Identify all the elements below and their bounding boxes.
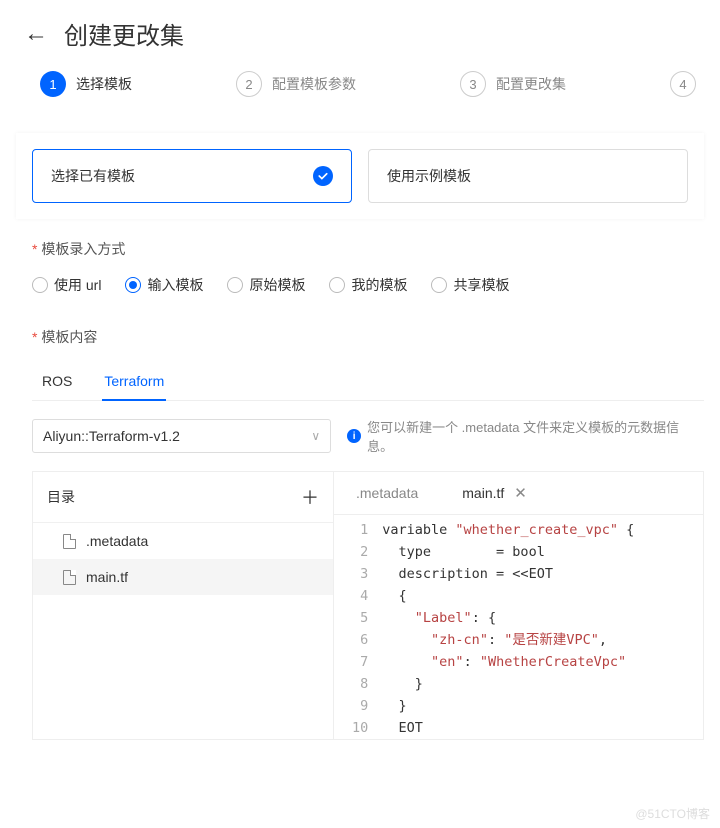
close-tab-icon[interactable]: ✕ [514, 484, 527, 502]
step-2[interactable]: 2 配置模板参数 [236, 71, 356, 97]
file-icon [63, 570, 76, 585]
file-main-tf[interactable]: main.tf [33, 559, 333, 595]
radio-raw-template[interactable]: 原始模板 [227, 275, 305, 295]
step-1[interactable]: 1 选择模板 [40, 71, 132, 97]
code-editor[interactable]: 12345678910 variable "whether_create_vpc… [334, 515, 703, 739]
choice-sample-label: 使用示例模板 [387, 166, 471, 186]
radio-input-template[interactable]: 输入模板 [125, 275, 203, 295]
radio-icon [431, 277, 447, 293]
check-circle-icon [313, 166, 333, 186]
directory-panel: 目录 ＋ .metadata main.tf [33, 472, 333, 739]
radio-icon [32, 277, 48, 293]
file-icon [63, 534, 76, 549]
tab-terraform[interactable]: Terraform [102, 363, 166, 401]
content-label: 模板内容 [32, 327, 704, 347]
step-1-label: 选择模板 [76, 74, 132, 94]
radio-my-template[interactable]: 我的模板 [329, 275, 407, 295]
editor-tab-main-tf[interactable]: main.tf ✕ [440, 472, 549, 514]
step-4[interactable]: 4 [670, 71, 696, 97]
choice-existing-label: 选择已有模板 [51, 166, 135, 186]
radio-icon [227, 277, 243, 293]
wizard-steps: 1 选择模板 2 配置模板参数 3 配置更改集 4 [0, 63, 720, 117]
input-method-radios: 使用 url 输入模板 原始模板 我的模板 共享模板 [32, 275, 704, 295]
radio-shared-template[interactable]: 共享模板 [431, 275, 509, 295]
info-icon: i [347, 429, 361, 443]
choice-existing-template[interactable]: 选择已有模板 [32, 149, 352, 203]
version-value: Aliyun::Terraform-v1.2 [43, 428, 180, 444]
step-1-number: 1 [40, 71, 66, 97]
code-content: variable "whether_create_vpc" { type = b… [382, 519, 634, 739]
add-file-icon[interactable]: ＋ [301, 484, 319, 510]
line-numbers: 12345678910 [334, 519, 382, 739]
radio-icon [329, 277, 345, 293]
watermark: @51CTO博客 [635, 805, 710, 822]
tab-ros[interactable]: ROS [40, 363, 74, 400]
page-title: 创建更改集 [64, 16, 184, 51]
terraform-version-select[interactable]: Aliyun::Terraform-v1.2 ∨ [32, 419, 331, 453]
step-3-label: 配置更改集 [496, 74, 566, 94]
step-3-number: 3 [460, 71, 486, 97]
step-4-number: 4 [670, 71, 696, 97]
radio-icon [125, 277, 141, 293]
content-tabs: ROS Terraform [32, 363, 704, 401]
radio-use-url[interactable]: 使用 url [32, 275, 101, 295]
input-method-label: 模板录入方式 [32, 239, 704, 259]
chevron-down-icon: ∨ [311, 429, 320, 443]
file-metadata[interactable]: .metadata [33, 523, 333, 559]
editor-tab-metadata[interactable]: .metadata [334, 472, 440, 514]
step-2-number: 2 [236, 71, 262, 97]
editor-file-tabs: .metadata main.tf ✕ [334, 472, 703, 515]
choice-sample-template[interactable]: 使用示例模板 [368, 149, 688, 203]
back-arrow-icon[interactable]: ← [24, 22, 48, 46]
step-3[interactable]: 3 配置更改集 [460, 71, 566, 97]
directory-label: 目录 [47, 487, 75, 507]
step-2-label: 配置模板参数 [272, 74, 356, 94]
metadata-hint: i 您可以新建一个 .metadata 文件来定义模板的元数据信息。 [347, 417, 704, 455]
